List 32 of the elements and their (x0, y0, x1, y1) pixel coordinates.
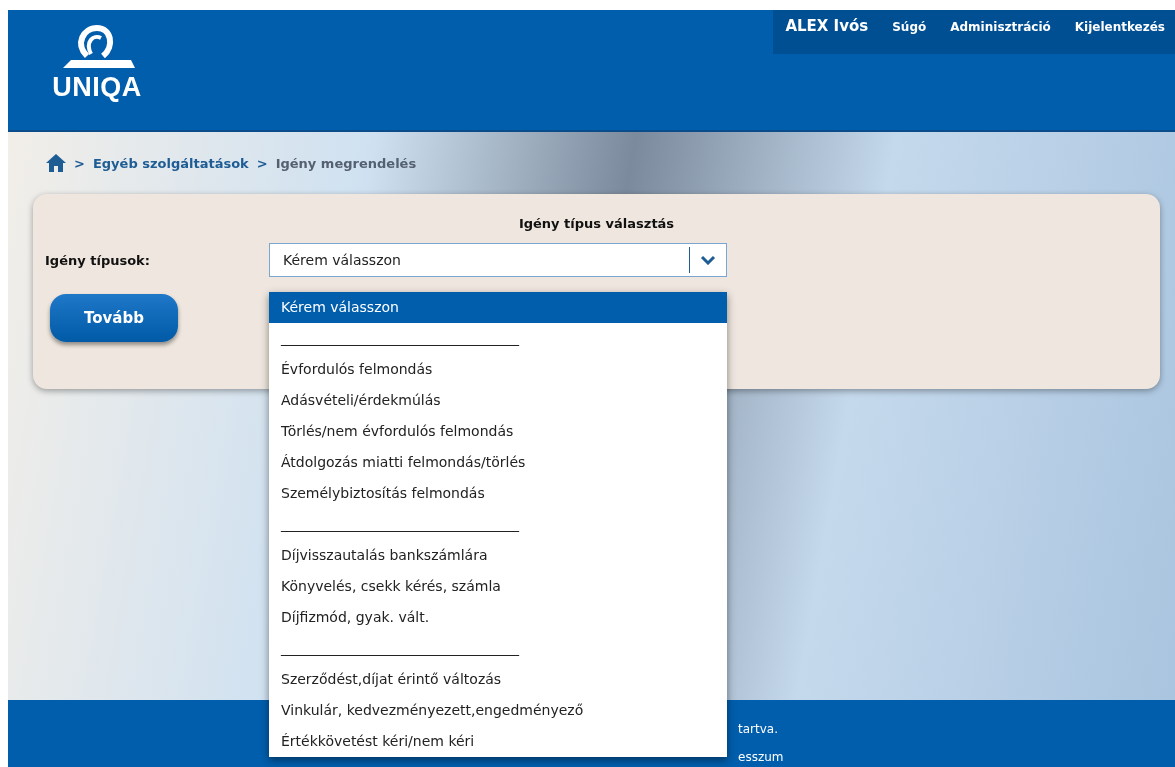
dropdown-option[interactable]: Díjfizmód, gyak. vált. (269, 602, 727, 633)
form-title: Igény típus választás (517, 216, 676, 231)
dropdown-option[interactable]: __________________________________ (269, 633, 727, 664)
dropdown-option[interactable]: __________________________________ (269, 323, 727, 354)
breadcrumb-link[interactable]: Egyéb szolgáltatások (92, 155, 249, 171)
footer-text: tartva. (738, 722, 779, 736)
field-label: Igény típusok: (45, 252, 151, 268)
chevron-down-icon (700, 255, 716, 265)
dropdown-option[interactable]: Díjvisszautalás bankszámlára (269, 540, 727, 571)
dropdown-option[interactable]: Kérem válasszon (269, 292, 727, 323)
breadcrumb-separator: > (256, 155, 268, 171)
type-select[interactable]: Kérem válasszon (269, 243, 727, 277)
page-title: Igény megrendelés (275, 155, 417, 171)
nav-link[interactable]: Kijelentkezés (1074, 20, 1165, 34)
dropdown-option[interactable]: Átdolgozás miatti felmondás/törlés (269, 447, 727, 478)
dropdown-option[interactable]: Személybiztosítás felmondás (269, 478, 727, 509)
dropdown-option[interactable]: Vinkulár, kedvezményezett,engedményező (269, 695, 727, 726)
next-button[interactable]: Tovább (50, 294, 178, 342)
nav-link[interactable]: Súgó (892, 20, 927, 34)
user-name: ALEX Ivós (785, 17, 869, 35)
dropdown-option[interactable]: Évfordulós felmondás (269, 354, 727, 385)
dropdown-option[interactable]: Adásvételi/érdekmúlás (269, 385, 727, 416)
dropdown-option[interactable]: Szerződést,díjat érintő változás (269, 664, 727, 695)
nav-link[interactable]: Adminisztráció (950, 20, 1051, 34)
dropdown-option[interactable]: __________________________________ (269, 509, 727, 540)
dropdown-option[interactable]: Könyvelés, csekk kérés, számla (269, 571, 727, 602)
dropdown-option[interactable]: Törlés/nem évfordulós felmondás (269, 416, 727, 447)
home-icon[interactable] (46, 154, 66, 172)
dropdown-option[interactable]: Értékkövetést kéri/nem kéri (269, 726, 727, 757)
logo-text: UNIQA (52, 72, 142, 103)
footer-text: esszum (738, 750, 785, 764)
breadcrumb-separator: > (74, 155, 85, 171)
